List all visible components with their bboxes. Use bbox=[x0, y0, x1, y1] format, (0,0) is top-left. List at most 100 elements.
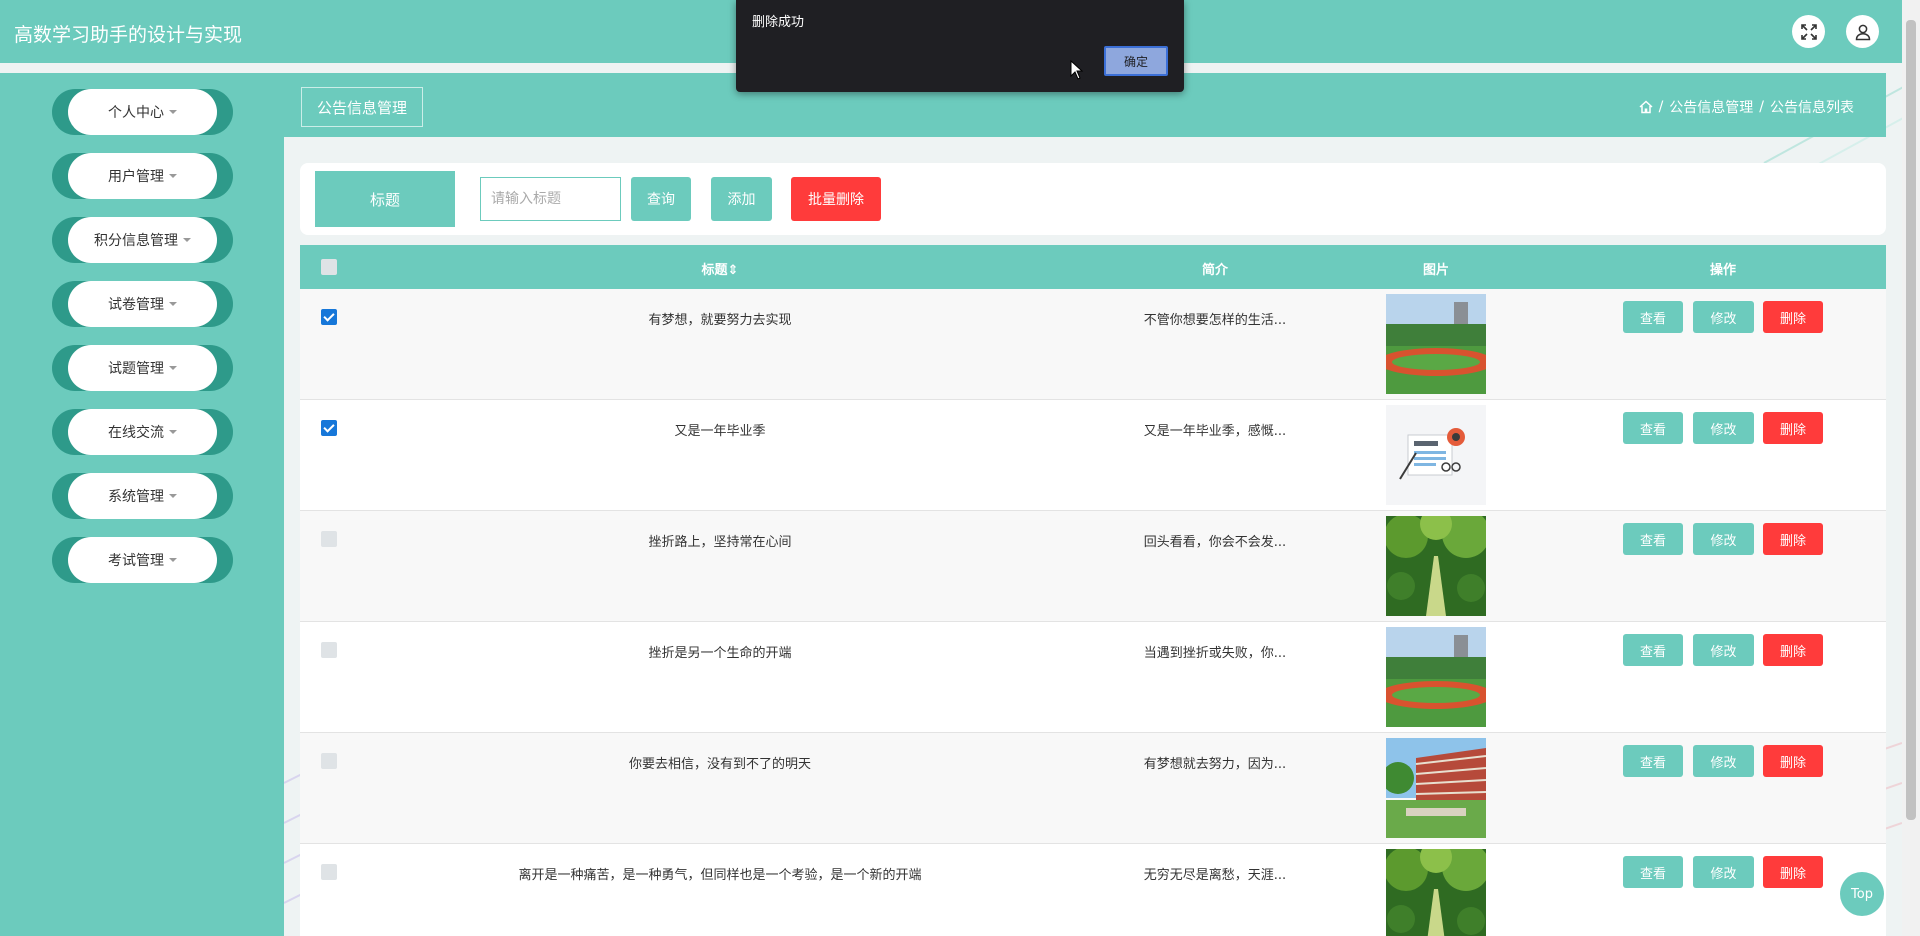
delete-button[interactable]: 删除 bbox=[1763, 412, 1823, 444]
sidebar-item-label: 考试管理 bbox=[108, 553, 164, 569]
sidebar-item-question-management[interactable]: 试题管理 bbox=[52, 345, 233, 391]
delete-button[interactable]: 删除 bbox=[1763, 523, 1823, 555]
sort-icon: ⇕ bbox=[727, 263, 739, 278]
title-search-input[interactable] bbox=[480, 177, 621, 221]
view-button[interactable]: 查看 bbox=[1623, 301, 1683, 333]
caret-down-icon bbox=[169, 558, 177, 562]
column-header-intro: 简介 bbox=[1201, 263, 1229, 278]
delete-button[interactable]: 删除 bbox=[1763, 745, 1823, 777]
view-button[interactable]: 查看 bbox=[1623, 523, 1683, 555]
row-title: 离开是一种痛苦，是一种勇气，但同样也是一个考验，是一个新的开端 bbox=[518, 868, 922, 883]
back-to-top-button[interactable]: Top bbox=[1840, 872, 1884, 916]
sidebar-item-label: 个人中心 bbox=[108, 105, 164, 121]
page-title: 公告信息管理 bbox=[301, 87, 424, 127]
caret-down-icon bbox=[169, 302, 177, 306]
caret-down-icon bbox=[169, 366, 177, 370]
sidebar-item-exam-management[interactable]: 考试管理 bbox=[52, 537, 233, 583]
edit-button[interactable]: 修改 bbox=[1693, 523, 1754, 555]
row-image[interactable] bbox=[1386, 738, 1486, 838]
sidebar-item-label: 用户管理 bbox=[108, 169, 164, 185]
view-button[interactable]: 查看 bbox=[1623, 412, 1683, 444]
row-checkbox[interactable] bbox=[321, 531, 337, 547]
row-title: 又是一年毕业季 bbox=[674, 424, 766, 439]
user-icon bbox=[1855, 24, 1870, 40]
sidebar-item-label: 试卷管理 bbox=[108, 297, 164, 313]
row-checkbox[interactable] bbox=[321, 864, 337, 880]
sidebar-item-points-management[interactable]: 积分信息管理 bbox=[52, 217, 233, 263]
caret-down-icon bbox=[169, 494, 177, 498]
edit-button[interactable]: 修改 bbox=[1693, 634, 1754, 666]
sidebar: 个人中心 用户管理 积分信息管理 试卷管理 试题管理 在线交流 系统管理 考试管… bbox=[0, 73, 284, 936]
sidebar-item-label: 系统管理 bbox=[108, 489, 164, 505]
sidebar-item-label: 试题管理 bbox=[108, 361, 164, 377]
row-checkbox[interactable] bbox=[321, 753, 337, 769]
table-row: 又是一年毕业季 又是一年毕业季，感慨... 查看 修改 删除 bbox=[300, 400, 1886, 511]
column-header-image: 图片 bbox=[1422, 263, 1450, 278]
query-button[interactable]: 查询 bbox=[631, 177, 691, 221]
expand-icon bbox=[1800, 23, 1817, 40]
table-row: 挫折路上，坚持常在心间 回头看看，你会不会发... 查看 修改 删除 bbox=[300, 511, 1886, 622]
row-checkbox[interactable] bbox=[321, 642, 337, 658]
main-content: 公告信息管理 / 公告信息管理 / 公告信息列表 标题 查询 添加 批量删除 标… bbox=[284, 63, 1902, 936]
row-intro: 回头看看，你会不会发... bbox=[1143, 535, 1287, 550]
edit-button[interactable]: 修改 bbox=[1693, 745, 1754, 777]
caret-down-icon bbox=[169, 430, 177, 434]
alert-message: 删除成功 bbox=[752, 15, 805, 30]
column-header-actions: 操作 bbox=[1709, 263, 1737, 278]
sidebar-item-exam-paper-management[interactable]: 试卷管理 bbox=[52, 281, 233, 327]
select-all-checkbox[interactable] bbox=[321, 259, 337, 275]
sidebar-item-user-management[interactable]: 用户管理 bbox=[52, 153, 233, 199]
view-button[interactable]: 查看 bbox=[1623, 634, 1683, 666]
page-scrollbar[interactable] bbox=[1902, 0, 1920, 936]
row-title: 挫折是另一个生命的开端 bbox=[648, 646, 792, 661]
row-checkbox[interactable] bbox=[321, 420, 337, 436]
breadcrumb-item-notice-list: 公告信息列表 bbox=[1770, 100, 1854, 116]
fullscreen-button[interactable] bbox=[1792, 15, 1825, 48]
sidebar-item-system-management[interactable]: 系统管理 bbox=[52, 473, 233, 519]
sidebar-item-label: 在线交流 bbox=[108, 425, 164, 441]
add-button[interactable]: 添加 bbox=[711, 177, 772, 221]
breadcrumb-item-notice-management[interactable]: 公告信息管理 bbox=[1669, 97, 1753, 117]
row-intro: 又是一年毕业季，感慨... bbox=[1143, 424, 1287, 439]
edit-button[interactable]: 修改 bbox=[1693, 856, 1754, 888]
sidebar-item-personal-center[interactable]: 个人中心 bbox=[52, 89, 233, 135]
notice-table: 标题⇕ 简介 图片 操作 有梦想，就要努力去实现 不管你想要怎样的生活... 查… bbox=[300, 245, 1886, 936]
caret-down-icon bbox=[169, 174, 177, 178]
breadcrumb-separator: / bbox=[1658, 99, 1664, 115]
scrollbar-thumb[interactable] bbox=[1906, 20, 1916, 820]
alert-ok-button[interactable]: 确定 bbox=[1104, 46, 1168, 76]
search-label: 标题 bbox=[315, 171, 455, 227]
row-image[interactable] bbox=[1386, 294, 1486, 394]
table-header: 标题⇕ 简介 图片 操作 bbox=[300, 245, 1886, 289]
table-row: 你要去相信，没有到不了的明天 有梦想就去努力，因为... 查看 修改 删除 bbox=[300, 733, 1886, 844]
batch-delete-button[interactable]: 批量删除 bbox=[791, 177, 881, 221]
edit-button[interactable]: 修改 bbox=[1693, 301, 1754, 333]
view-button[interactable]: 查看 bbox=[1623, 856, 1683, 888]
user-menu-button[interactable] bbox=[1846, 15, 1879, 48]
table-row: 挫折是另一个生命的开端 当遇到挫折或失败，你... 查看 修改 删除 bbox=[300, 622, 1886, 733]
view-button[interactable]: 查看 bbox=[1623, 745, 1683, 777]
caret-down-icon bbox=[183, 238, 191, 242]
sidebar-item-online-chat[interactable]: 在线交流 bbox=[52, 409, 233, 455]
delete-button[interactable]: 删除 bbox=[1763, 301, 1823, 333]
row-title: 挫折路上，坚持常在心间 bbox=[648, 535, 792, 550]
row-image[interactable] bbox=[1386, 405, 1486, 505]
row-title: 你要去相信，没有到不了的明天 bbox=[628, 757, 812, 772]
sidebar-item-label: 积分信息管理 bbox=[94, 233, 178, 249]
breadcrumb: / 公告信息管理 / 公告信息列表 bbox=[1639, 97, 1854, 117]
row-title: 有梦想，就要努力去实现 bbox=[648, 313, 792, 328]
delete-button[interactable]: 删除 bbox=[1763, 856, 1823, 888]
row-intro: 当遇到挫折或失败，你... bbox=[1143, 646, 1287, 661]
row-intro: 无穷无尽是离愁，天涯... bbox=[1143, 868, 1287, 883]
mouse-cursor-icon bbox=[1070, 60, 1084, 80]
breadcrumb-separator: / bbox=[1759, 99, 1764, 115]
caret-down-icon bbox=[169, 110, 177, 114]
row-image[interactable] bbox=[1386, 849, 1486, 936]
edit-button[interactable]: 修改 bbox=[1693, 412, 1754, 444]
delete-button[interactable]: 删除 bbox=[1763, 634, 1823, 666]
home-icon[interactable] bbox=[1639, 100, 1653, 114]
row-image[interactable] bbox=[1386, 627, 1486, 727]
row-image[interactable] bbox=[1386, 516, 1486, 616]
row-checkbox[interactable] bbox=[321, 309, 337, 325]
column-header-title[interactable]: 标题⇕ bbox=[702, 259, 739, 278]
